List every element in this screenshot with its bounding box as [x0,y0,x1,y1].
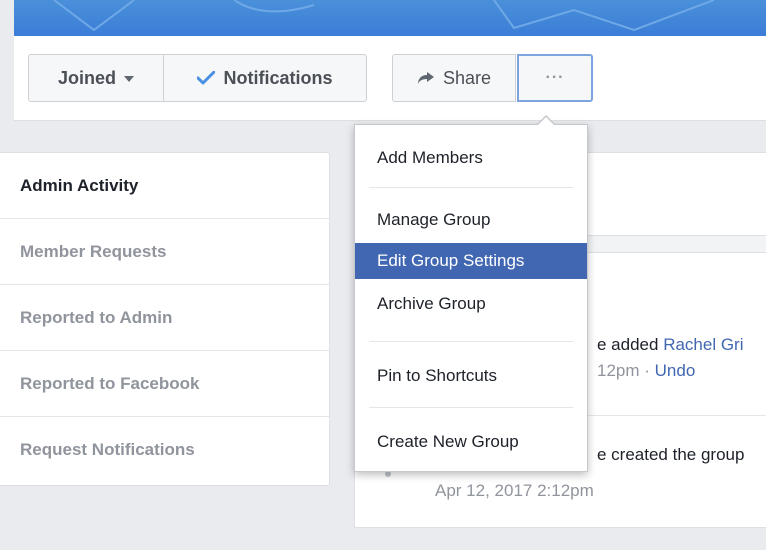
admin-nav-label: Request Notifications [20,440,195,459]
admin-nav-admin-activity[interactable]: Admin Activity [0,153,329,219]
admin-tools-nav: Admin Activity Member Requests Reported … [0,152,330,486]
activity-item-1-action: e added [597,335,664,354]
activity-item-1-time: 12pm · [597,361,655,380]
check-icon [197,71,216,85]
cover-artwork [53,0,715,32]
activity-item-2-text: e created the group [597,445,744,465]
share-arrow-icon [417,71,435,85]
activity-item-2-time: Apr 12, 2017 2:12pm [435,481,594,500]
more-options-button[interactable]: ··· [517,54,593,102]
caret-down-icon [124,76,134,82]
menu-item-label: Add Members [377,148,483,167]
menu-item-edit-group-settings[interactable]: Edit Group Settings [355,243,587,279]
admin-nav-request-notifications[interactable]: Request Notifications [0,417,329,483]
admin-nav-label: Member Requests [20,241,167,261]
menu-divider [369,187,573,188]
admin-nav-reported-to-facebook[interactable]: Reported to Facebook [0,351,329,417]
joined-label: Joined [57,67,116,88]
admin-nav-reported-to-admin[interactable]: Reported to Admin [0,285,329,351]
group-cover-photo [14,0,766,36]
notifications-label: Notifications [223,67,333,88]
menu-item-manage-group[interactable]: Manage Group [355,201,587,239]
share-label: Share [442,67,492,88]
menu-item-pin-to-shortcuts[interactable]: Pin to Shortcuts [355,357,587,395]
menu-divider [369,407,573,408]
activity-item-2-action: e created the group [597,445,745,464]
menu-item-label: Create New Group [377,432,519,451]
joined-button[interactable]: Joined [28,54,164,102]
menu-item-create-new-group[interactable]: Create New Group [355,423,587,461]
menu-item-label: Edit Group Settings [377,251,525,270]
notifications-button[interactable]: Notifications [163,54,367,102]
more-options-icon: ··· [545,69,565,86]
menu-item-label: Pin to Shortcuts [377,366,498,385]
admin-nav-label: Admin Activity [20,175,139,195]
menu-divider [369,341,573,342]
admin-nav-label: Reported to Admin [20,307,173,327]
more-options-menu: Add Members Manage Group Edit Group Sett… [354,124,588,472]
activity-item-1-meta: 12pm · Undo [597,361,695,381]
admin-nav-label: Reported to Facebook [20,373,200,393]
undo-link[interactable]: Undo [655,361,696,380]
member-name-link[interactable]: Rachel Gri [663,335,743,354]
menu-item-archive-group[interactable]: Archive Group [355,285,587,323]
menu-item-add-members[interactable]: Add Members [355,139,587,177]
share-button[interactable]: Share [392,54,516,102]
activity-item-1-text: e added Rachel Gri [597,335,744,355]
dropdown-pointer-fill [538,117,554,125]
admin-nav-member-requests[interactable]: Member Requests [0,219,329,285]
menu-item-label: Manage Group [377,210,491,229]
menu-item-label: Archive Group [377,294,486,313]
group-action-bar: Joined Notifications Share ··· [14,36,766,121]
